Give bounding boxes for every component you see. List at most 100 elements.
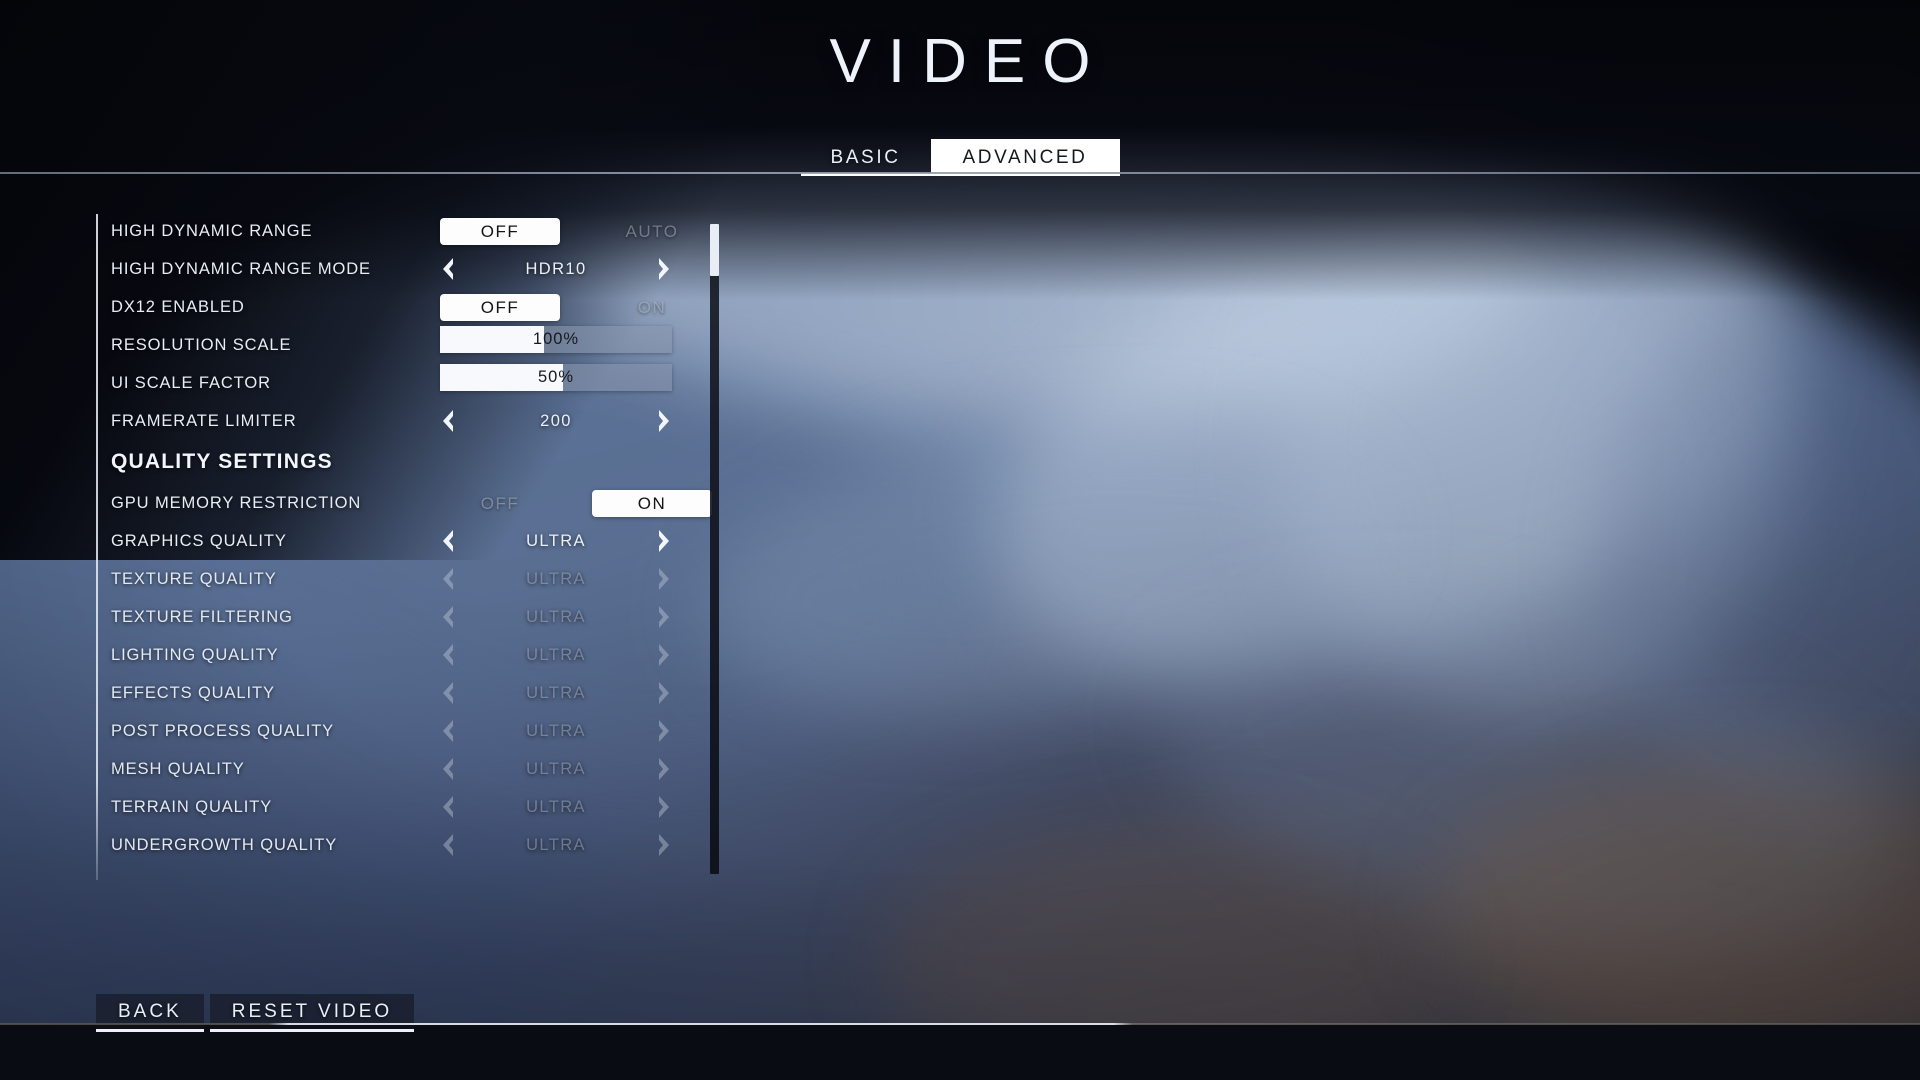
footer-backdrop xyxy=(0,1024,1920,1080)
selector-effects-quality: ULTRA xyxy=(440,674,672,712)
setting-label-high-dynamic-range: HIGH DYNAMIC RANGE xyxy=(111,221,313,240)
header-divider xyxy=(0,172,1920,174)
selector-framerate-limiter: 200 xyxy=(440,402,672,440)
toggle-option-off[interactable]: OFF xyxy=(440,490,560,517)
setting-control-texture-quality: ULTRA xyxy=(440,560,716,598)
back-button-label: BACK xyxy=(118,1001,182,1022)
tab-basic[interactable]: BASIC xyxy=(800,139,931,176)
setting-control-undergrowth-quality: ULTRA xyxy=(440,826,716,864)
setting-label-texture-quality: TEXTURE QUALITY xyxy=(111,569,277,588)
slider-ui-scale-factor[interactable]: 50% xyxy=(440,364,672,391)
section-header-label: QUALITY SETTINGS xyxy=(111,450,333,473)
setting-label-high-dynamic-range-mode: HIGH DYNAMIC RANGE MODE xyxy=(111,259,371,278)
chevron-right-icon[interactable] xyxy=(656,643,672,667)
back-button[interactable]: BACK xyxy=(96,994,204,1032)
selector-value-effects-quality: ULTRA xyxy=(526,683,586,702)
chevron-right-icon[interactable] xyxy=(656,757,672,781)
chevron-left-icon[interactable] xyxy=(440,795,456,819)
setting-control-ui-scale-factor: 50% xyxy=(440,364,716,402)
setting-control-post-process-quality: ULTRA xyxy=(440,712,716,750)
chevron-right-icon[interactable] xyxy=(656,719,672,743)
selector-undergrowth-quality: ULTRA xyxy=(440,826,672,864)
selector-value-framerate-limiter: 200 xyxy=(540,411,572,430)
chevron-right-icon[interactable] xyxy=(656,833,672,857)
toggle-option-on[interactable]: ON xyxy=(592,489,712,517)
chevron-right-icon[interactable] xyxy=(656,567,672,591)
setting-row-graphics-quality: GRAPHICS QUALITY ULTRA xyxy=(96,522,716,560)
toggle-dx12-enabled: OFF ON xyxy=(440,288,716,326)
setting-row-mesh-quality: MESH QUALITY ULTRA xyxy=(96,750,716,788)
setting-row-resolution-scale: RESOLUTION SCALE 100% xyxy=(96,326,716,364)
setting-control-terrain-quality: ULTRA xyxy=(440,788,716,826)
setting-label-texture-filtering: TEXTURE FILTERING xyxy=(111,607,293,626)
footer-divider xyxy=(0,1023,1920,1025)
chevron-left-icon[interactable] xyxy=(440,643,456,667)
selector-value-texture-filtering: ULTRA xyxy=(526,607,586,626)
selector-value-high-dynamic-range-mode: HDR10 xyxy=(525,259,587,278)
slider-value-ui-scale-factor: 50% xyxy=(537,368,575,386)
setting-label-framerate-limiter: FRAMERATE LIMITER xyxy=(111,411,297,430)
chevron-left-icon[interactable] xyxy=(440,605,456,629)
setting-control-effects-quality: ULTRA xyxy=(440,674,716,712)
setting-control-gpu-memory-restriction: OFF ON xyxy=(440,484,716,522)
toggle-option-on[interactable]: ON xyxy=(592,294,712,321)
setting-control-framerate-limiter: 200 xyxy=(440,402,716,440)
footer-actions: BACK RESET VIDEO xyxy=(96,994,415,1032)
setting-row-undergrowth-quality: UNDERGROWTH QUALITY ULTRA xyxy=(96,826,716,864)
settings-scrollbar[interactable] xyxy=(710,224,719,874)
chevron-right-icon[interactable] xyxy=(656,257,672,281)
toggle-high-dynamic-range: OFF AUTO xyxy=(440,212,716,250)
chevron-left-icon[interactable] xyxy=(440,719,456,743)
toggle-option-off[interactable]: OFF xyxy=(440,217,560,245)
setting-label-resolution-scale: RESOLUTION SCALE xyxy=(111,335,292,354)
reset-video-button[interactable]: RESET VIDEO xyxy=(209,994,415,1032)
setting-label-gpu-memory-restriction: GPU MEMORY RESTRICTION xyxy=(111,493,362,512)
chevron-left-icon[interactable] xyxy=(440,409,456,433)
tab-advanced[interactable]: ADVANCED xyxy=(930,139,1120,176)
settings-list: HIGH DYNAMIC RANGE OFF AUTO HIGH DYNAMIC RA… xyxy=(96,212,716,882)
toggle-option-off[interactable]: OFF xyxy=(440,293,560,321)
setting-row-effects-quality: EFFECTS QUALITY ULTRA xyxy=(96,674,716,712)
setting-control-resolution-scale: 100% xyxy=(440,326,716,364)
chevron-left-icon[interactable] xyxy=(440,833,456,857)
setting-row-terrain-quality: TERRAIN QUALITY ULTRA xyxy=(96,788,716,826)
setting-row-gpu-memory-restriction: GPU MEMORY RESTRICTION OFF ON xyxy=(96,484,716,522)
toggle-option-auto[interactable]: AUTO xyxy=(592,218,712,245)
selector-value-lighting-quality: ULTRA xyxy=(526,645,586,664)
setting-row-texture-quality: TEXTURE QUALITY ULTRA xyxy=(96,560,716,598)
chevron-right-icon[interactable] xyxy=(656,605,672,629)
chevron-right-icon[interactable] xyxy=(656,795,672,819)
section-header-quality-settings: QUALITY SETTINGS xyxy=(96,440,716,484)
chevron-left-icon[interactable] xyxy=(440,681,456,705)
tab-advanced-label: ADVANCED xyxy=(962,147,1088,168)
selector-value-graphics-quality: ULTRA xyxy=(526,531,586,550)
setting-label-post-process-quality: POST PROCESS QUALITY xyxy=(111,721,335,740)
selector-high-dynamic-range-mode: HDR10 xyxy=(440,250,672,288)
setting-row-texture-filtering: TEXTURE FILTERING ULTRA xyxy=(96,598,716,636)
selector-value-undergrowth-quality: ULTRA xyxy=(526,835,586,854)
setting-label-effects-quality: EFFECTS QUALITY xyxy=(111,683,275,702)
chevron-left-icon[interactable] xyxy=(440,529,456,553)
slider-resolution-scale[interactable]: 100% xyxy=(440,326,672,353)
selector-texture-filtering: ULTRA xyxy=(440,598,672,636)
setting-row-high-dynamic-range: HIGH DYNAMIC RANGE OFF AUTO xyxy=(96,212,716,250)
page-title: VIDEO xyxy=(829,27,1108,96)
setting-row-lighting-quality: LIGHTING QUALITY ULTRA xyxy=(96,636,716,674)
button-underline xyxy=(96,1029,204,1032)
selector-value-mesh-quality: ULTRA xyxy=(526,759,586,778)
scrollbar-thumb[interactable] xyxy=(710,224,719,276)
setting-control-mesh-quality: ULTRA xyxy=(440,750,716,788)
chevron-left-icon[interactable] xyxy=(440,757,456,781)
setting-control-lighting-quality: ULTRA xyxy=(440,636,716,674)
setting-row-framerate-limiter: FRAMERATE LIMITER 200 xyxy=(96,402,716,440)
setting-label-lighting-quality: LIGHTING QUALITY xyxy=(111,645,279,664)
selector-post-process-quality: ULTRA xyxy=(440,712,672,750)
chevron-right-icon[interactable] xyxy=(656,681,672,705)
chevron-right-icon[interactable] xyxy=(656,529,672,553)
chevron-left-icon[interactable] xyxy=(440,567,456,591)
chevron-left-icon[interactable] xyxy=(440,257,456,281)
chevron-right-icon[interactable] xyxy=(656,409,672,433)
setting-control-high-dynamic-range: OFF AUTO xyxy=(440,212,716,250)
button-underline xyxy=(209,1029,415,1032)
setting-control-high-dynamic-range-mode: HDR10 xyxy=(440,250,716,288)
